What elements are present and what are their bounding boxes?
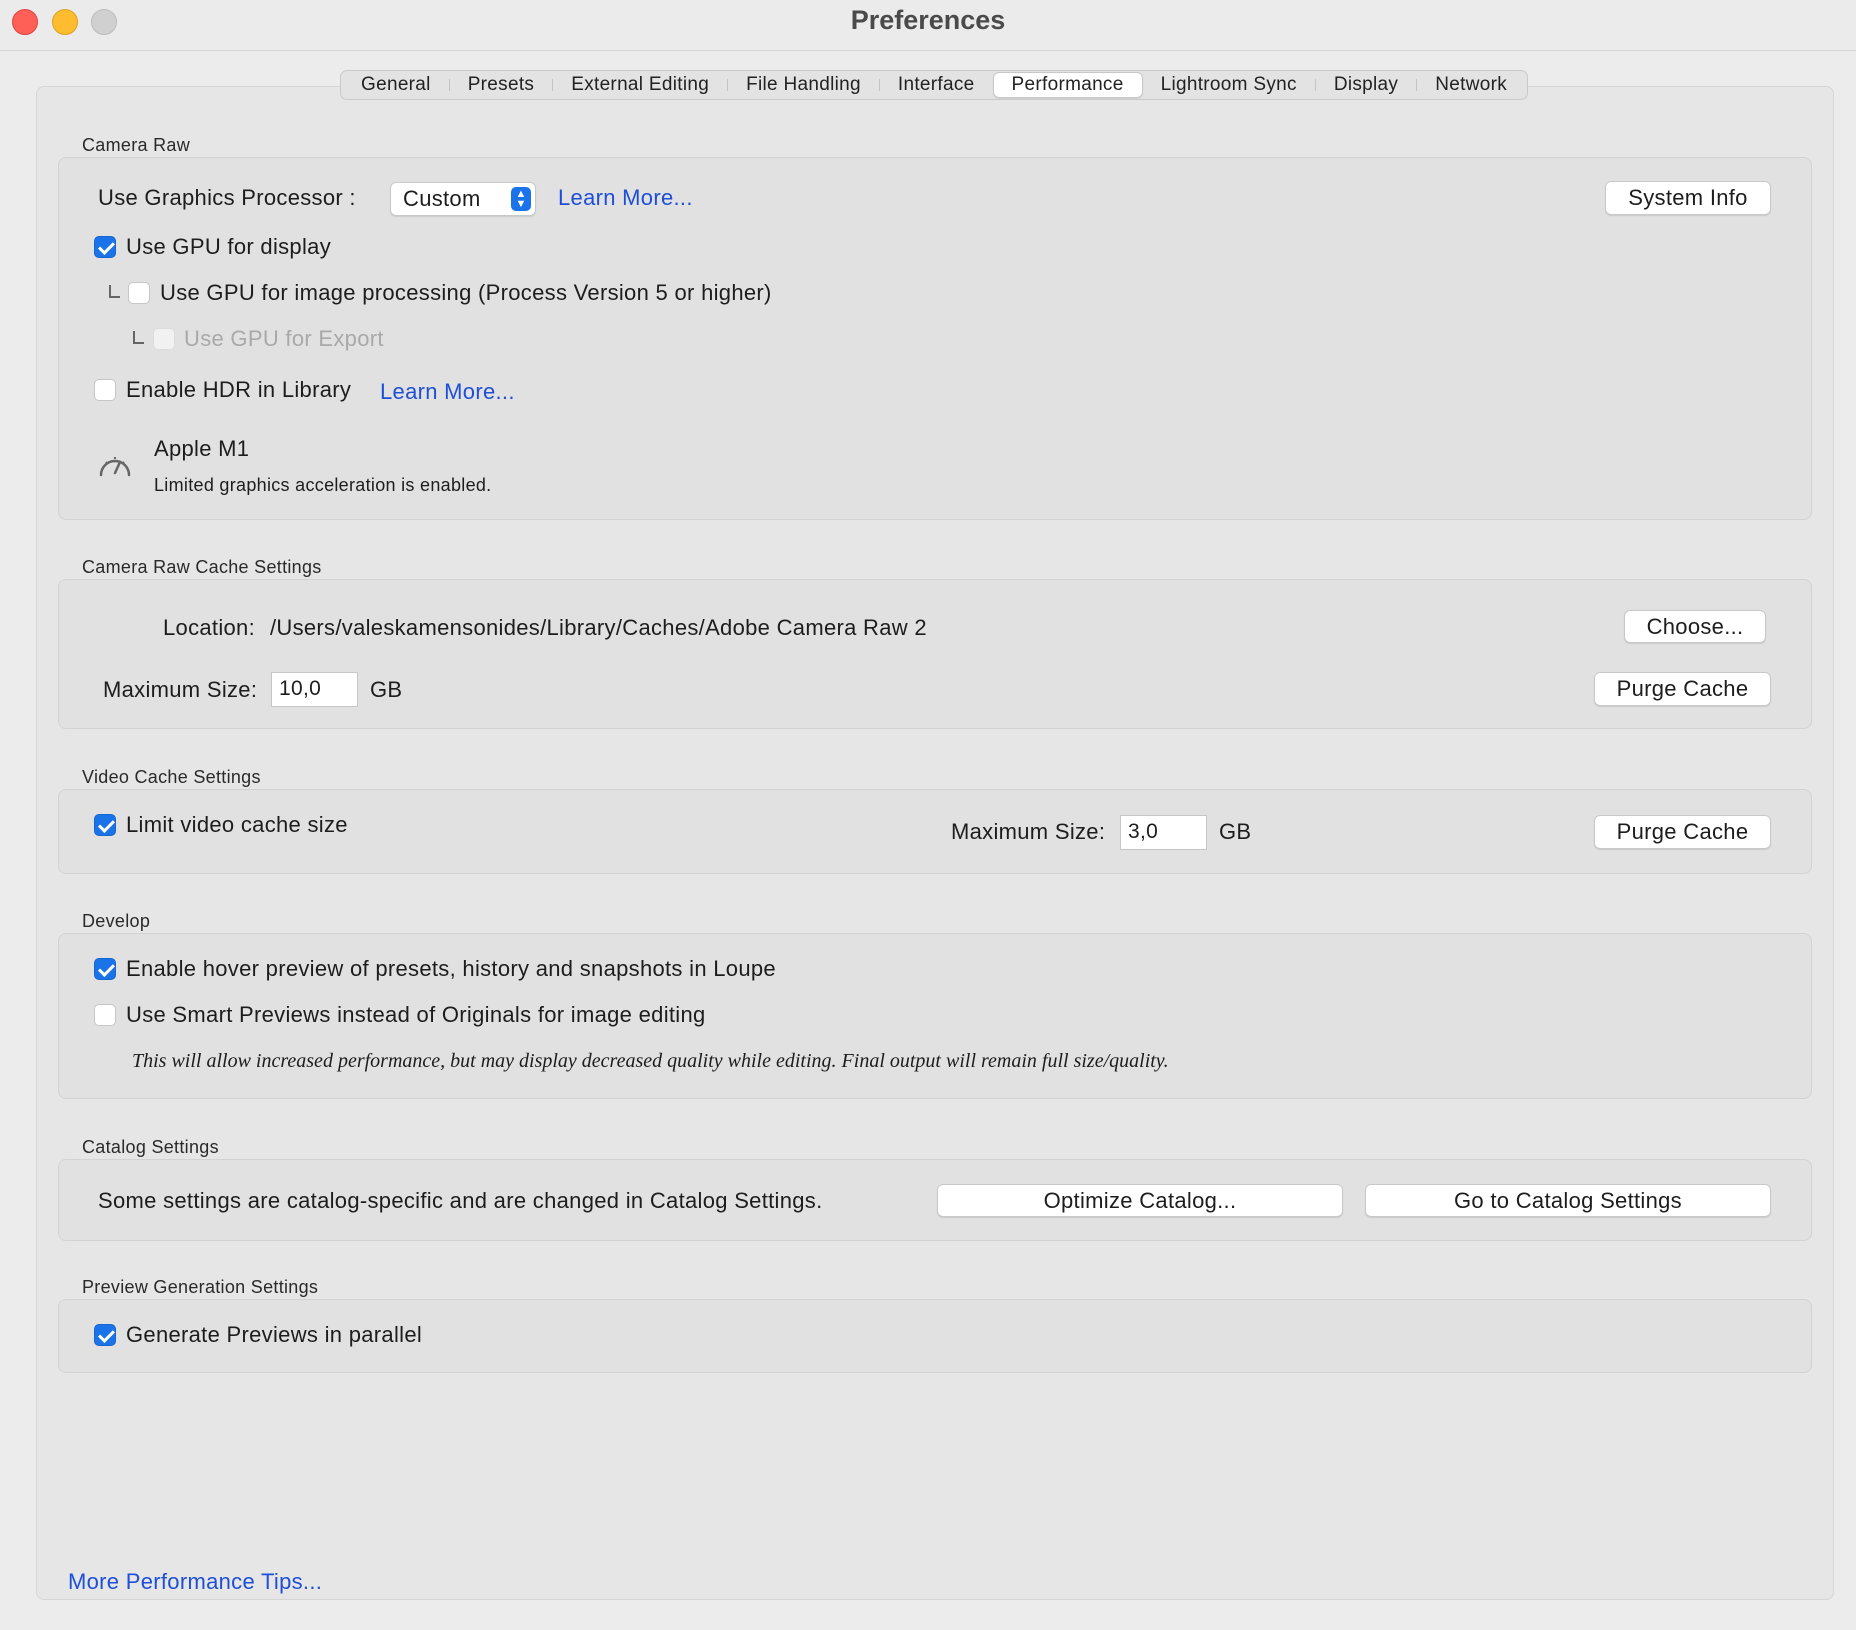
video-size-unit: GB: [1219, 819, 1252, 844]
use-gpu-export-checkbox[interactable]: [153, 328, 175, 350]
purge-cache-button[interactable]: Purge Cache: [1594, 672, 1771, 706]
cache-section-label: Camera Raw Cache Settings: [82, 557, 322, 577]
catalog-section-label: Catalog Settings: [82, 1137, 219, 1157]
tab-external-editing[interactable]: External Editing: [553, 71, 727, 99]
smart-previews-checkbox[interactable]: [94, 1004, 116, 1026]
catalog-group: Some settings are catalog-specific and a…: [58, 1159, 1812, 1241]
gpu-status: Limited graphics acceleration is enabled…: [154, 475, 492, 495]
use-gpu-display-checkbox[interactable]: [94, 236, 116, 258]
camera-raw-section-label: Camera Raw: [82, 135, 191, 155]
video-cache-section-label: Video Cache Settings: [82, 767, 261, 787]
generate-parallel-label: Generate Previews in parallel: [126, 1322, 423, 1347]
preview-gen-group: Generate Previews in parallel: [58, 1299, 1812, 1373]
cache-max-size-label: Maximum Size:: [103, 677, 258, 702]
location-path: /Users/valeskamensonides/Library/Caches/…: [270, 615, 927, 640]
limit-video-cache-label: Limit video cache size: [126, 812, 348, 837]
tab-file-handling[interactable]: File Handling: [728, 71, 879, 99]
use-gpu-processing-label: Use GPU for image processing (Process Ve…: [160, 280, 772, 305]
tab-interface[interactable]: Interface: [880, 71, 993, 99]
develop-section-label: Develop: [82, 911, 151, 931]
system-info-button[interactable]: System Info: [1605, 181, 1771, 215]
develop-group: Enable hover preview of presets, history…: [58, 933, 1812, 1099]
use-gpu-display-label: Use GPU for display: [126, 234, 331, 259]
smart-previews-note: This will allow increased performance, b…: [132, 1050, 1169, 1072]
optimize-catalog-button[interactable]: Optimize Catalog...: [937, 1184, 1343, 1217]
cache-group: Location: /Users/valeskamensonides/Libra…: [58, 579, 1812, 729]
tab-bar: General Presets External Editing File Ha…: [340, 70, 1529, 100]
hdr-learn-more-link[interactable]: Learn More...: [380, 379, 515, 405]
tab-display[interactable]: Display: [1316, 71, 1416, 99]
hover-preview-checkbox[interactable]: [94, 958, 116, 980]
use-gpu-processing-checkbox[interactable]: [128, 282, 150, 304]
enable-hdr-label: Enable HDR in Library: [126, 377, 352, 402]
catalog-text: Some settings are catalog-specific and a…: [98, 1188, 823, 1213]
purge-video-cache-button[interactable]: Purge Cache: [1594, 815, 1771, 849]
more-performance-tips-link[interactable]: More Performance Tips...: [68, 1569, 322, 1595]
choose-location-button[interactable]: Choose...: [1624, 610, 1766, 643]
gpu-label: Use Graphics Processor :: [98, 185, 356, 210]
cache-size-unit: GB: [370, 677, 403, 702]
hover-preview-label: Enable hover preview of presets, history…: [126, 956, 776, 981]
tab-presets[interactable]: Presets: [450, 71, 553, 99]
tree-connector-icon: [109, 285, 120, 298]
tab-performance[interactable]: Performance: [992, 72, 1143, 98]
enable-hdr-checkbox[interactable]: [94, 379, 116, 401]
tab-lightroom-sync[interactable]: Lightroom Sync: [1143, 71, 1315, 99]
tree-connector-icon: [133, 331, 144, 344]
tab-general[interactable]: General: [343, 71, 449, 99]
limit-video-cache-checkbox[interactable]: [94, 814, 116, 836]
title-bar: Preferences: [0, 0, 1856, 51]
gpu-name: Apple M1: [154, 436, 250, 461]
generate-parallel-checkbox[interactable]: [94, 1324, 116, 1346]
go-to-catalog-settings-button[interactable]: Go to Catalog Settings: [1365, 1184, 1771, 1217]
video-cache-group: Limit video cache size Maximum Size: 3,0…: [58, 789, 1812, 874]
video-max-size-label: Maximum Size:: [951, 819, 1106, 844]
smart-previews-label: Use Smart Previews instead of Originals …: [126, 1002, 706, 1027]
cache-max-size-input[interactable]: 10,0: [271, 672, 358, 707]
use-gpu-export-label: Use GPU for Export: [184, 326, 384, 351]
gpu-select[interactable]: Custom ▲ ▼: [390, 182, 536, 216]
chevron-updown-icon: ▲ ▼: [511, 187, 531, 211]
gpu-learn-more-link[interactable]: Learn More...: [558, 185, 693, 211]
preview-gen-section-label: Preview Generation Settings: [82, 1277, 319, 1297]
camera-raw-group: Use Graphics Processor : Custom ▲ ▼ Learn…: [58, 157, 1812, 520]
window-title: Preferences: [850, 5, 1006, 35]
tab-network[interactable]: Network: [1417, 71, 1525, 99]
gpu-select-value: Custom: [403, 186, 481, 211]
location-label: Location:: [163, 615, 255, 640]
gauge-icon: [99, 457, 131, 477]
video-max-size-input[interactable]: 3,0: [1120, 815, 1207, 850]
